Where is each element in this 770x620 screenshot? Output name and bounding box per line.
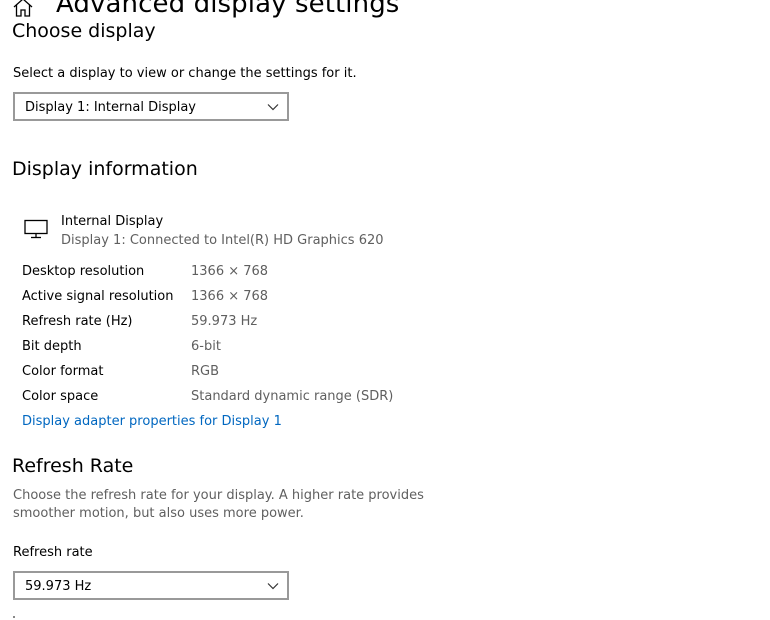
refresh-rate-dropdown[interactable]: 59.973 Hz <box>13 571 289 600</box>
info-label-refresh-rate: Refresh rate (Hz) <box>22 314 133 329</box>
info-value-active-signal-resolution: 1366 × 768 <box>191 289 269 304</box>
refresh-rate-heading: Refresh Rate <box>12 455 134 477</box>
refresh-rate-description-line-1: Choose the refresh rate for your display… <box>13 488 424 503</box>
chevron-down-icon <box>267 104 279 111</box>
info-label-bit-depth: Bit depth <box>22 339 82 354</box>
info-value-color-space: Standard dynamic range (SDR) <box>191 389 394 404</box>
info-label-color-space: Color space <box>22 389 99 404</box>
info-value-bit-depth: 6-bit <box>191 339 221 354</box>
display-name: Internal Display <box>61 214 164 229</box>
choose-display-heading: Choose display <box>12 20 156 42</box>
home-icon[interactable] <box>11 0 35 20</box>
chevron-down-icon <box>267 583 279 590</box>
display-connection-info: Display 1: Connected to Intel(R) HD Grap… <box>61 233 384 248</box>
display-select-value: Display 1: Internal Display <box>25 100 196 115</box>
choose-display-description: Select a display to view or change the s… <box>13 66 357 81</box>
refresh-rate-description-line-2: smoother motion, but also uses more powe… <box>13 506 304 521</box>
monitor-icon <box>24 219 48 239</box>
page-header: Advanced display settings <box>11 0 399 20</box>
info-value-color-format: RGB <box>191 364 220 379</box>
info-label-color-format: Color format <box>22 364 104 379</box>
page-title: Advanced display settings <box>56 0 400 19</box>
display-information-heading: Display information <box>12 158 198 180</box>
info-value-refresh-rate: 59.973 Hz <box>191 314 258 329</box>
info-label-desktop-resolution: Desktop resolution <box>22 264 145 279</box>
clipped-content-fragment <box>13 616 15 618</box>
display-select-dropdown[interactable]: Display 1: Internal Display <box>13 92 289 121</box>
refresh-rate-description: Choose the refresh rate for your display… <box>13 487 433 523</box>
info-label-active-signal-resolution: Active signal resolution <box>22 289 174 304</box>
advanced-display-settings-page: Advanced display settings Choose display… <box>0 0 770 620</box>
display-adapter-properties-link[interactable]: Display adapter properties for Display 1 <box>22 414 282 429</box>
info-value-desktop-resolution: 1366 × 768 <box>191 264 269 279</box>
refresh-rate-value: 59.973 Hz <box>25 579 92 594</box>
refresh-rate-label: Refresh rate <box>13 545 93 560</box>
